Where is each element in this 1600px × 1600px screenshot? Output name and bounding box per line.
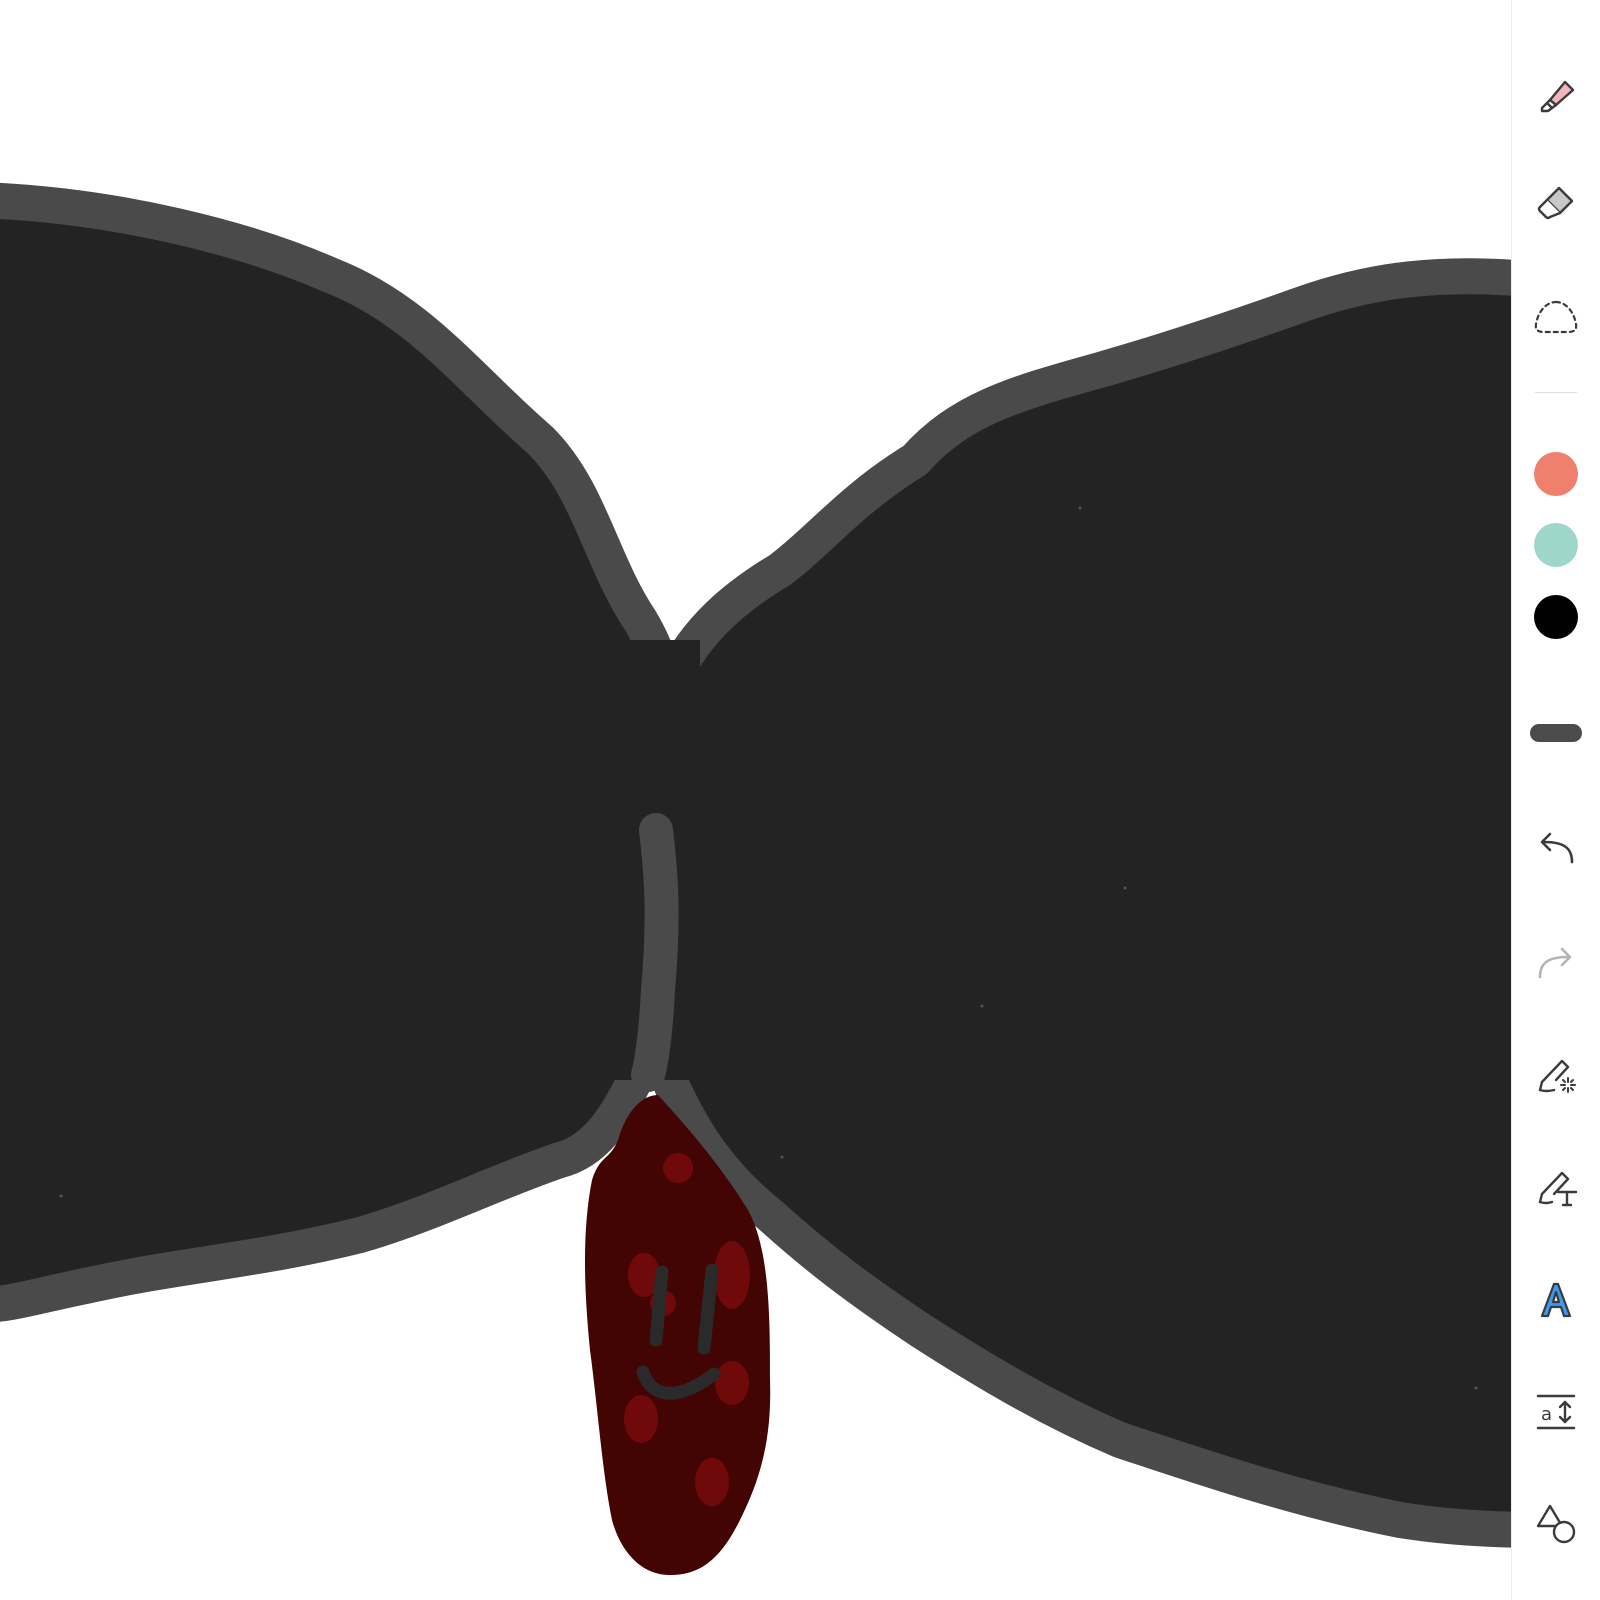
stroke-width-icon (1530, 724, 1582, 742)
text-style-icon (1540, 1282, 1572, 1318)
bow-right-wing (642, 258, 1511, 1548)
handwriting-to-text-icon (1538, 1171, 1578, 1207)
stroke-width-tool[interactable] (1528, 705, 1584, 761)
drop-spot (714, 1241, 750, 1309)
color-swatch-coral[interactable] (1534, 452, 1578, 496)
eraser-icon (1537, 186, 1574, 220)
redo-icon (1538, 947, 1572, 979)
redo-button[interactable] (1528, 935, 1584, 991)
text-style-tool[interactable] (1528, 1272, 1584, 1328)
shapes-tool[interactable] (1528, 1496, 1584, 1552)
drop-spot (715, 1361, 749, 1405)
highlighter-icon (1540, 80, 1575, 113)
bow-center-line (631, 813, 679, 1092)
magic-pen-icon (1538, 1059, 1576, 1093)
drawing-canvas[interactable] (0, 0, 1511, 1600)
drop-spot (624, 1395, 658, 1443)
eraser-tool[interactable] (1528, 175, 1584, 231)
bow-left-wing (0, 182, 683, 1322)
spacing-tool[interactable]: a (1528, 1384, 1584, 1440)
svg-text:a: a (1541, 1404, 1552, 1425)
highlighter-tool[interactable] (1528, 66, 1584, 122)
insert-space-icon: a (1536, 1394, 1576, 1430)
color-swatch-black[interactable] (1534, 595, 1578, 639)
toolbar-divider (1535, 392, 1577, 393)
lasso-tool[interactable] (1528, 290, 1584, 346)
drop-spot (663, 1153, 693, 1183)
magic-pen-tool[interactable] (1528, 1048, 1584, 1104)
tool-sidebar: a (1511, 0, 1600, 1600)
undo-button[interactable] (1528, 820, 1584, 876)
text-pen-tool[interactable] (1528, 1160, 1584, 1216)
lasso-select-icon (1534, 300, 1578, 334)
drawing-app: a (0, 0, 1600, 1600)
undo-icon (1540, 832, 1574, 864)
shapes-icon (1536, 1504, 1576, 1544)
color-swatch-teal[interactable] (1534, 523, 1578, 567)
drop-eye-left (649, 1265, 669, 1347)
drop-spot (695, 1458, 729, 1506)
drop-eye-right (697, 1263, 719, 1355)
canvas-drawing (0, 182, 1511, 1575)
